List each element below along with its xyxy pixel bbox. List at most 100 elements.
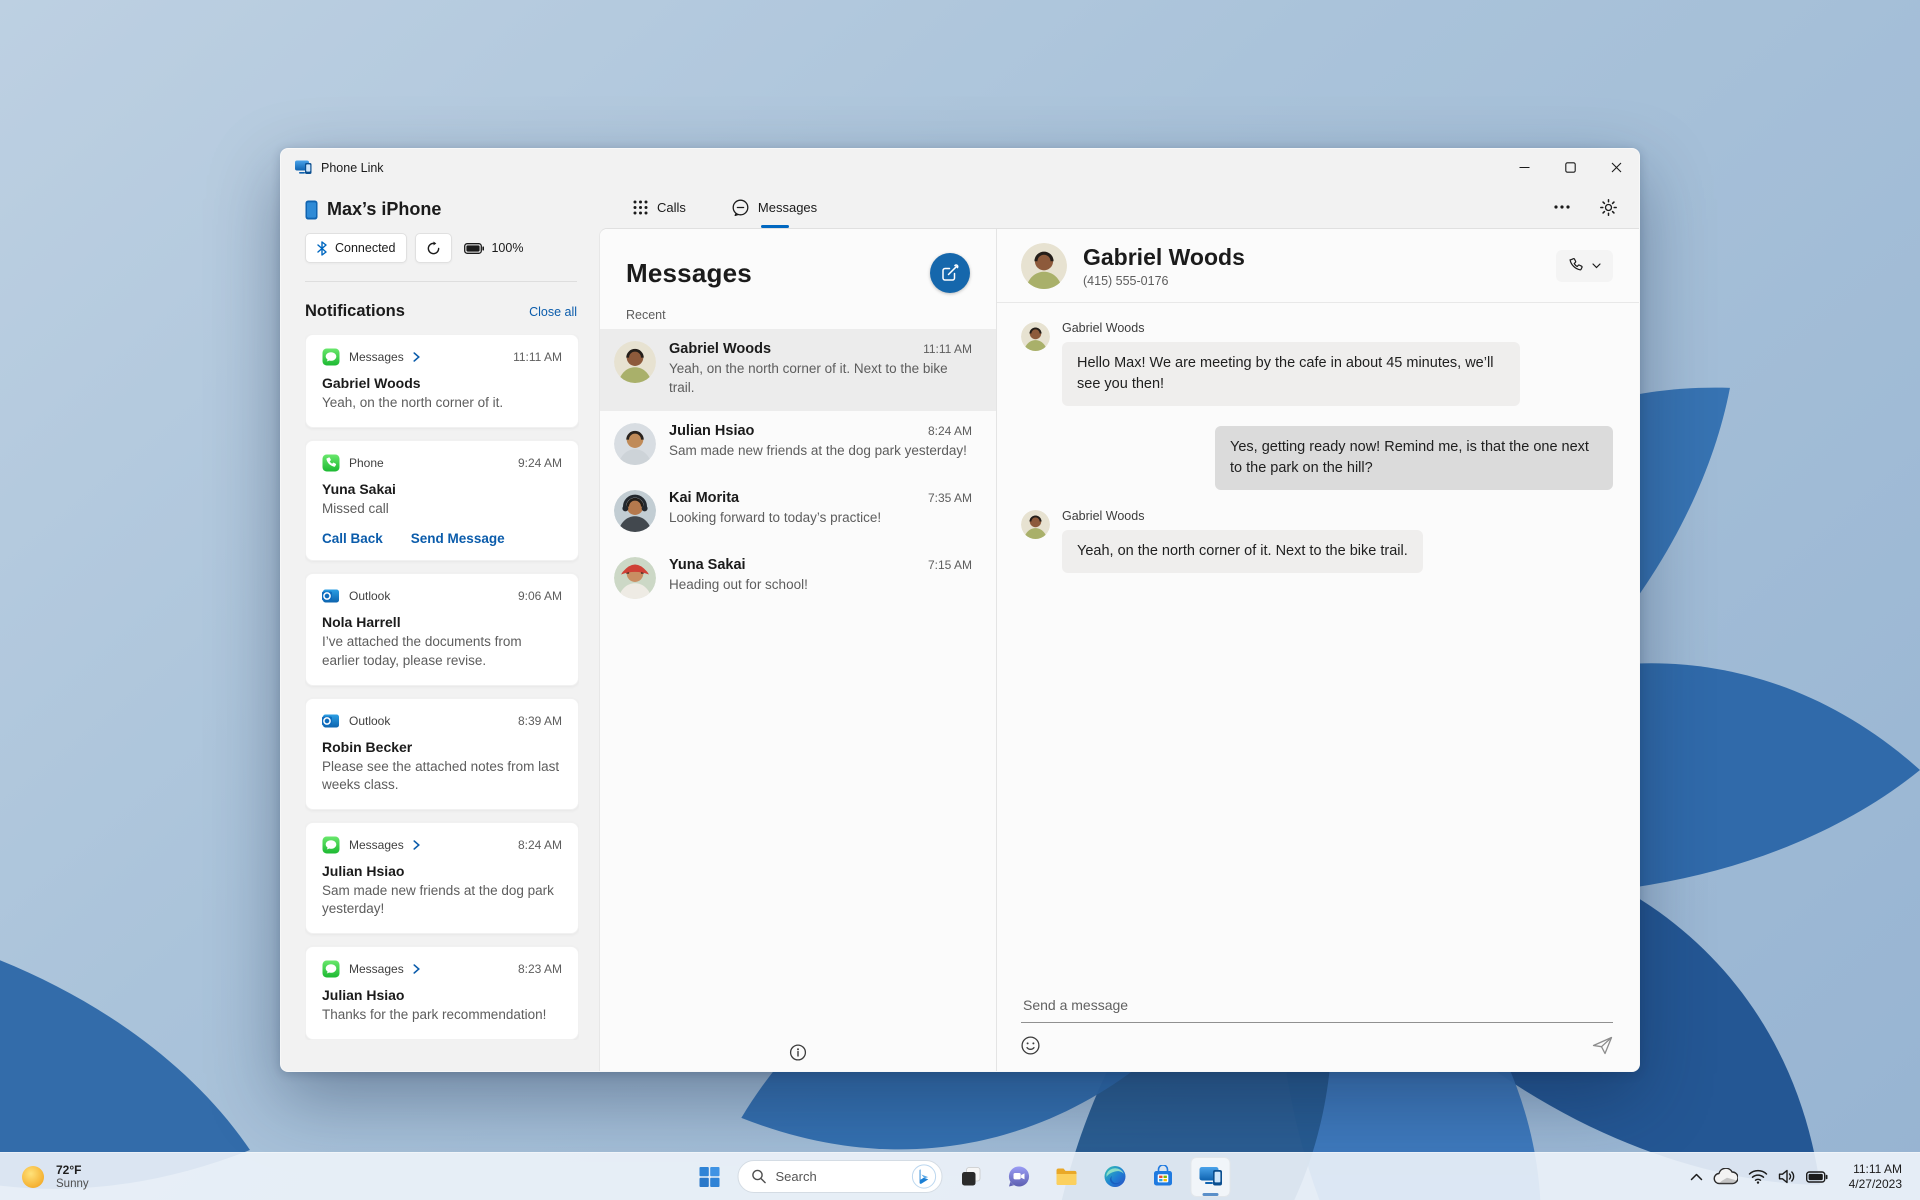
battery-status: 100% [464, 241, 523, 255]
close-all-link[interactable]: Close all [529, 305, 577, 319]
messages-list-panel: Messages Recent Gabriel Woods 11:11 AM Y… [600, 229, 997, 1071]
chevron-up-icon [1690, 1173, 1702, 1180]
composer [997, 989, 1639, 1071]
titlebar: Phone Link [281, 149, 1639, 186]
edge-button[interactable] [1095, 1157, 1135, 1197]
onedrive-button[interactable] [1708, 1162, 1743, 1191]
notification-card[interactable]: Messages 11:11 AM Gabriel Woods Yeah, on… [305, 334, 579, 428]
notification-card[interactable]: Outlook 8:39 AM Robin Becker Please see … [305, 697, 579, 810]
connection-status-label: Connected [335, 241, 396, 255]
maximize-icon [1564, 162, 1576, 173]
emoji-button[interactable] [1021, 1036, 1040, 1055]
windows-logo-icon [699, 1166, 720, 1187]
conversation-name: Kai Morita [669, 489, 740, 506]
task-view-icon [961, 1167, 980, 1186]
notification-sender: Gabriel Woods [322, 375, 421, 391]
outgoing-message-bubble: Yes, getting ready now! Remind me, is th… [1215, 426, 1613, 491]
window-title: Phone Link [321, 160, 384, 175]
volume-button[interactable] [1773, 1163, 1801, 1190]
notification-time: 8:39 AM [517, 713, 562, 728]
conversation-preview: Heading out for school! [669, 576, 808, 592]
info-button[interactable] [789, 1044, 807, 1061]
conversation-item[interactable]: Yuna Sakai 7:15 AM Heading out for schoo… [600, 545, 996, 612]
outlook-icon [322, 712, 340, 730]
file-explorer-button[interactable] [1047, 1157, 1087, 1197]
avatar [614, 341, 656, 383]
minimize-button[interactable] [1501, 149, 1547, 186]
close-icon [1611, 162, 1621, 173]
refresh-button[interactable] [415, 233, 453, 263]
notification-card[interactable]: Outlook 9:06 AM Nola Harrell I’ve attach… [305, 573, 579, 686]
conversation-preview: Looking forward to today’s practice! [669, 509, 882, 525]
taskbar-clock[interactable]: 11:11 AM 4/27/2023 [1843, 1160, 1908, 1194]
notification-action-link[interactable]: Send Message [411, 531, 505, 546]
message-input[interactable] [1021, 989, 1613, 1023]
conversation-name: Yuna Sakai [669, 556, 746, 573]
conversation-item[interactable]: Julian Hsiao 8:24 AM Sam made new friend… [600, 411, 996, 478]
bluetooth-icon [317, 240, 327, 256]
taskbar: 72°F Sunny Search 11:11 AM 4/27/2023 [0, 1152, 1920, 1200]
notification-app-name: Outlook [349, 713, 391, 728]
iphone-icon [305, 200, 318, 219]
more-button[interactable] [1554, 205, 1570, 209]
notification-action-link[interactable]: Call Back [322, 531, 383, 546]
maximize-button[interactable] [1547, 149, 1593, 186]
contact-phone-number: (415) 555-0176 [1083, 274, 1169, 288]
tray-chevron-button[interactable] [1685, 1167, 1708, 1187]
wifi-button[interactable] [1743, 1163, 1773, 1190]
conversation-name: Gabriel Woods [669, 341, 772, 357]
battery-tray-button[interactable] [1801, 1165, 1833, 1189]
notification-actions: Call Back Send Message [322, 531, 562, 546]
start-button[interactable] [690, 1157, 730, 1197]
chat-header: Gabriel Woods (415) 555-0176 [997, 229, 1639, 303]
device-name: Max’s iPhone [327, 199, 442, 219]
notifications-title: Notifications [305, 302, 405, 320]
notification-app-name: Messages [349, 837, 404, 852]
store-button[interactable] [1143, 1157, 1183, 1197]
teams-chat-icon [1008, 1166, 1029, 1187]
message-sender: Gabriel Woods [1062, 509, 1145, 524]
contact-avatar [1021, 243, 1067, 289]
tabstrip: Calls Messages [599, 186, 1639, 228]
send-button[interactable] [1592, 1036, 1613, 1055]
device-row: Max’s iPhone [305, 199, 579, 220]
connection-status-pill[interactable]: Connected [305, 233, 408, 263]
contact-name: Gabriel Woods [1083, 244, 1245, 270]
notification-sender: Yuna Sakai [322, 480, 396, 497]
call-button[interactable] [1556, 250, 1613, 282]
notification-app-name: Messages [349, 962, 404, 976]
phone-link-taskbar-icon [1199, 1167, 1222, 1186]
conversation-name: Julian Hsiao [669, 422, 755, 439]
new-message-button[interactable] [930, 253, 970, 293]
notification-card[interactable]: Messages 8:23 AM Julian Hsiao Thanks for… [305, 946, 579, 1040]
task-view-button[interactable] [951, 1157, 991, 1197]
compose-icon [942, 264, 959, 281]
phone-icon [1569, 258, 1583, 271]
tab-calls-label: Calls [657, 199, 686, 215]
sun-icon [22, 1165, 44, 1188]
tab-calls[interactable]: Calls [633, 186, 686, 228]
conversation-item[interactable]: Gabriel Woods 11:11 AM Yeah, on the nort… [600, 329, 996, 411]
edge-icon [1104, 1166, 1125, 1187]
conversation-time: 11:11 AM [923, 342, 972, 356]
notification-body: Sam made new friends at the dog park yes… [322, 882, 554, 917]
notification-card[interactable]: Phone 9:24 AM Yuna Sakai Missed call Cal… [305, 439, 579, 562]
conversation-list: Gabriel Woods 11:11 AM Yeah, on the nort… [600, 329, 996, 612]
divider [305, 281, 577, 282]
phone-link-button[interactable] [1190, 1156, 1231, 1197]
conversation-item[interactable]: Kai Morita 7:35 AM Looking forward to to… [600, 478, 996, 545]
chat-button[interactable] [999, 1157, 1039, 1197]
clock-date: 4/27/2023 [1848, 1176, 1902, 1191]
settings-button[interactable] [1600, 198, 1617, 216]
notification-card[interactable]: Messages 8:24 AM Julian Hsiao Sam made n… [305, 821, 579, 934]
close-button[interactable] [1593, 149, 1639, 186]
battery-level: 100% [491, 241, 524, 255]
search-input[interactable] [775, 1169, 903, 1184]
taskbar-search[interactable] [737, 1160, 943, 1193]
recent-section-label: Recent [626, 308, 666, 322]
message-thread: Gabriel Woods Hello Max! We are meeting … [997, 303, 1639, 989]
weather-widget[interactable]: 72°F Sunny [12, 1160, 97, 1194]
notification-app-name: Messages [349, 350, 404, 364]
notification-sender: Robin Becker [322, 738, 413, 755]
tab-messages[interactable]: Messages [732, 186, 817, 228]
